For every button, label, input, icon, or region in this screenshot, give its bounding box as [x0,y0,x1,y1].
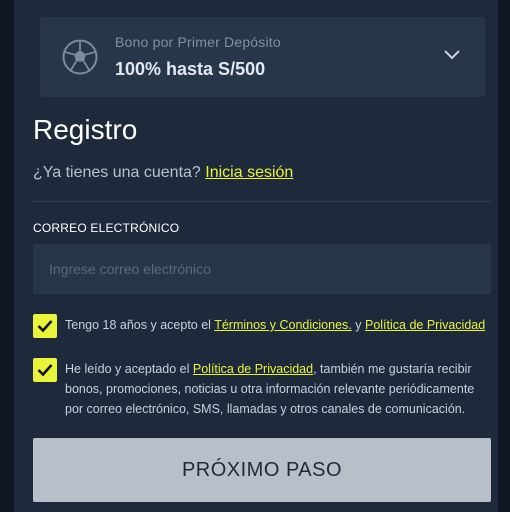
age-terms-checkbox[interactable] [33,314,57,338]
login-link[interactable]: Inicia sesión [205,164,293,181]
bonus-selector[interactable]: Bono por Primer Depósito 100% hasta S/50… [40,17,485,97]
page-edge-right [498,0,510,512]
age-terms-text: Tengo 18 años y acepto el Términos y Con… [65,315,495,335]
soccer-ball-icon [62,39,98,75]
privacy-link-2[interactable]: Política de Privacidad [193,362,313,376]
checkmark-icon [37,364,53,377]
login-prompt: ¿Ya tienes una cuenta? Inicia sesión [33,164,293,182]
divider [33,201,491,202]
consent1-conjunction: y [355,318,365,332]
marketing-consent-text: He leído y aceptado el Política de Priva… [65,359,490,419]
consent2-text-before: He leído y aceptado el [65,362,193,376]
consent1-text: Tengo 18 años y acepto el [65,318,215,332]
next-step-button[interactable]: PRÓXIMO PASO [33,438,491,502]
page-edge-left [0,0,14,512]
email-label: CORREO ELECTRÓNICO [33,221,180,235]
account-question: ¿Ya tienes una cuenta? [33,164,201,181]
marketing-consent-checkbox[interactable] [33,358,57,382]
chevron-down-icon[interactable] [443,49,461,61]
email-field[interactable] [33,244,491,294]
privacy-link[interactable]: Política de Privacidad [365,318,485,332]
page-title: Registro [33,114,138,145]
bonus-title: 100% hasta S/500 [115,59,266,79]
terms-link[interactable]: Términos y Condiciones. [214,318,352,332]
checkmark-icon [37,320,53,333]
bonus-subtitle: Bono por Primer Depósito [115,34,281,50]
